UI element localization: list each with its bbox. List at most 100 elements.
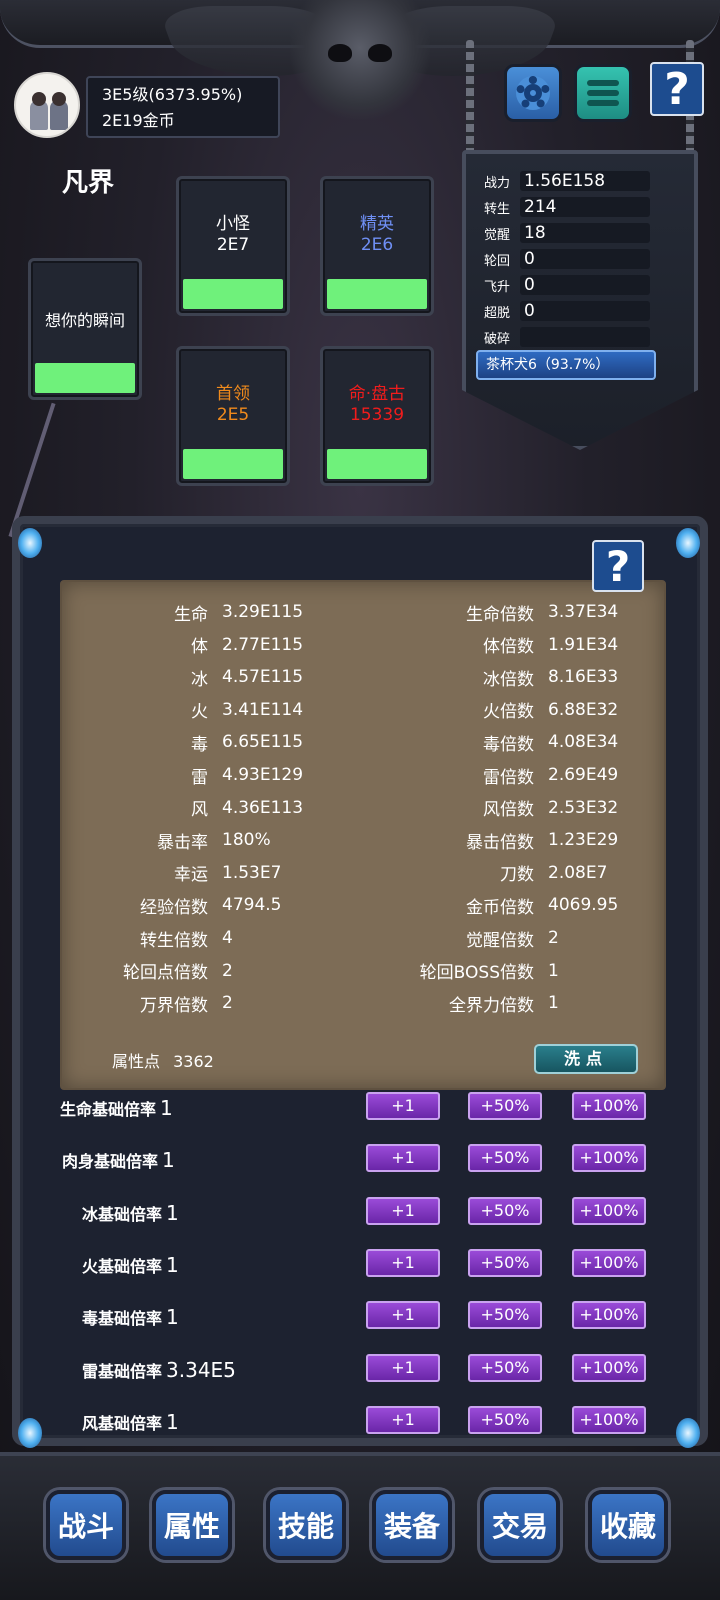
stat-label: 飞升 xyxy=(484,279,511,295)
base-rate-label: 生命基础倍率 xyxy=(60,1100,157,1119)
rate-increase-button[interactable]: +50% xyxy=(468,1248,542,1277)
attribute-row: 雷倍数 2.69E49 xyxy=(300,763,618,788)
attribute-points-value: 3362 xyxy=(173,1052,214,1071)
card-elite[interactable]: 精英 2E6 xyxy=(320,176,434,316)
stat-label: 觉醒 xyxy=(484,227,511,243)
base-rate-label: 雷基础倍率 xyxy=(82,1361,163,1381)
settings-button[interactable] xyxy=(504,64,562,122)
attributes-right-column: 生命倍数 3.37E34 体倍数 1.91E34 冰倍数 8.16E33 火倍数 6.88E3… xyxy=(60,600,666,1020)
help-button-top[interactable]: ? xyxy=(650,62,704,116)
rate-increase-button[interactable]: +100% xyxy=(572,1092,646,1120)
card-fate[interactable]: 命·盘古 15339 xyxy=(320,346,434,486)
card-boss-progress xyxy=(183,449,283,479)
gold-text: 2E19金币 xyxy=(102,111,175,130)
attribute-value: 1.91E34 xyxy=(548,634,619,655)
attribute-key: 火倍数 xyxy=(483,702,534,723)
base-rate-name: 火基础倍率 1 xyxy=(82,1253,179,1277)
stat-row-power: 战力 1.56E158 xyxy=(484,170,650,192)
attribute-row: 全界力倍数 1 xyxy=(300,991,559,1016)
attribute-value: 2.53E32 xyxy=(548,797,619,818)
base-rate-value: 1 xyxy=(166,1252,179,1277)
card-minion-title: 小怪 xyxy=(216,214,250,234)
rate-increase-button[interactable]: +1 xyxy=(366,1405,440,1434)
nav-skills-button[interactable]: 技能 xyxy=(266,1490,346,1560)
base-rate-row: 火基础倍率 1 +1 +50% +100% xyxy=(0,1248,720,1283)
card-fate-title: 命·盘古 xyxy=(348,384,406,404)
menu-icon xyxy=(587,76,619,110)
attribute-key: 轮回BOSS倍数 xyxy=(419,963,534,984)
rate-increase-button[interactable]: +1 xyxy=(366,1353,440,1382)
base-rate-value: 1 xyxy=(166,1305,179,1330)
attribute-row: 毒倍数 4.08E34 xyxy=(300,730,619,755)
nav-equipment-button[interactable]: 装备 xyxy=(372,1490,452,1560)
rate-increase-button[interactable]: +100% xyxy=(572,1405,646,1434)
nav-collection-button[interactable]: 收藏 xyxy=(588,1490,668,1560)
world-name: 凡界 xyxy=(62,168,115,198)
attribute-value: 1.23E29 xyxy=(548,830,619,851)
rate-increase-button[interactable]: +50% xyxy=(468,1353,542,1382)
stat-value: 0 xyxy=(520,275,650,295)
rate-increase-button[interactable]: +1 xyxy=(366,1248,440,1277)
stat-label: 超脱 xyxy=(484,305,511,321)
base-rates-list: 生命基础倍率 1 +1 +50% +100% 肉身基础倍率 1 +1 +50% +100% 冰基础倍… xyxy=(0,1092,720,1442)
rate-increase-button[interactable]: +50% xyxy=(468,1405,542,1434)
rate-increase-button[interactable]: +50% xyxy=(468,1301,542,1330)
stat-label: 破碎 xyxy=(484,331,511,347)
avatar[interactable] xyxy=(14,72,80,138)
card-minion[interactable]: 小怪 2E7 xyxy=(176,176,290,316)
chain-decoration xyxy=(466,40,474,160)
card-boss-count: 2E5 xyxy=(216,405,250,425)
base-rate-row: 雷基础倍率 3.34E5 +1 +50% +100% xyxy=(0,1353,720,1388)
menu-button[interactable] xyxy=(574,64,632,122)
attribute-key: 刀数 xyxy=(500,865,534,886)
rate-increase-button[interactable]: +50% xyxy=(468,1144,542,1173)
stat-row-ascend: 飞升 0 xyxy=(484,274,650,296)
help-button-attributes[interactable]: ? xyxy=(592,540,644,592)
card-single-title: 想你的瞬间 xyxy=(44,311,125,330)
base-rate-row: 冰基础倍率 1 +1 +50% +100% xyxy=(0,1196,720,1231)
base-rate-value: 1 xyxy=(162,1148,175,1173)
attribute-value: 3.37E34 xyxy=(548,602,619,622)
rate-increase-button[interactable]: +1 xyxy=(366,1092,440,1120)
base-rate-name: 冰基础倍率 1 xyxy=(82,1201,179,1225)
rate-increase-button[interactable]: +1 xyxy=(366,1301,440,1330)
stat-label: 战力 xyxy=(484,175,511,191)
base-rate-label: 冰基础倍率 xyxy=(82,1204,163,1224)
card-single[interactable]: 想你的瞬间 xyxy=(28,258,142,400)
stat-label: 轮回 xyxy=(484,253,511,269)
base-rate-row: 风基础倍率 1 +1 +50% +100% xyxy=(0,1405,720,1440)
stat-row-shatter: 破碎 xyxy=(484,326,650,348)
rate-increase-button[interactable]: +100% xyxy=(572,1353,646,1382)
base-rate-row: 毒基础倍率 1 +1 +50% +100% xyxy=(0,1301,720,1335)
level-box: 3E5级(6373.95%) 2E19金币 xyxy=(86,76,280,138)
rate-increase-button[interactable]: +50% xyxy=(468,1196,542,1225)
realm-progress-bar[interactable]: 茶杯犬6（93.7%） xyxy=(476,350,656,380)
card-boss[interactable]: 首领 2E5 xyxy=(176,346,290,486)
rate-increase-button[interactable]: +100% xyxy=(572,1248,646,1277)
attribute-key: 毒倍数 xyxy=(483,734,534,755)
attribute-value: 4.08E34 xyxy=(548,732,619,753)
level-text: 3E5级(6373.95%) xyxy=(102,85,243,104)
attribute-row: 体倍数 1.91E34 xyxy=(300,633,619,658)
nav-battle-button[interactable]: 战斗 xyxy=(46,1490,126,1560)
stat-value: 0 xyxy=(520,301,650,321)
attribute-points-label: 属性点 xyxy=(112,1052,161,1071)
rate-increase-button[interactable]: +100% xyxy=(572,1196,646,1225)
card-fate-count: 15339 xyxy=(349,405,405,425)
rate-increase-button[interactable]: +50% xyxy=(468,1092,542,1120)
rate-increase-button[interactable]: +100% xyxy=(572,1144,646,1173)
nav-trade-button[interactable]: 交易 xyxy=(480,1490,560,1560)
attribute-value: 8.16E33 xyxy=(548,667,619,688)
wash-points-button[interactable]: 洗点 xyxy=(534,1044,638,1074)
rate-increase-button[interactable]: +1 xyxy=(366,1196,440,1225)
stat-value: 0 xyxy=(520,249,650,269)
nav-attributes-button[interactable]: 属性 xyxy=(152,1490,232,1560)
rate-increase-button[interactable]: +1 xyxy=(366,1144,440,1173)
stat-value: 214 xyxy=(520,197,650,217)
card-minion-progress xyxy=(183,279,283,309)
stats-panel: 战力 1.56E158 转生 214 觉醒 18 轮回 0 飞升 0 超脱 0 … xyxy=(462,150,698,450)
base-rate-name: 肉身基础倍率 1 xyxy=(62,1148,175,1172)
gem-decoration xyxy=(18,528,42,558)
stat-value xyxy=(520,327,650,347)
rate-increase-button[interactable]: +100% xyxy=(572,1301,646,1330)
